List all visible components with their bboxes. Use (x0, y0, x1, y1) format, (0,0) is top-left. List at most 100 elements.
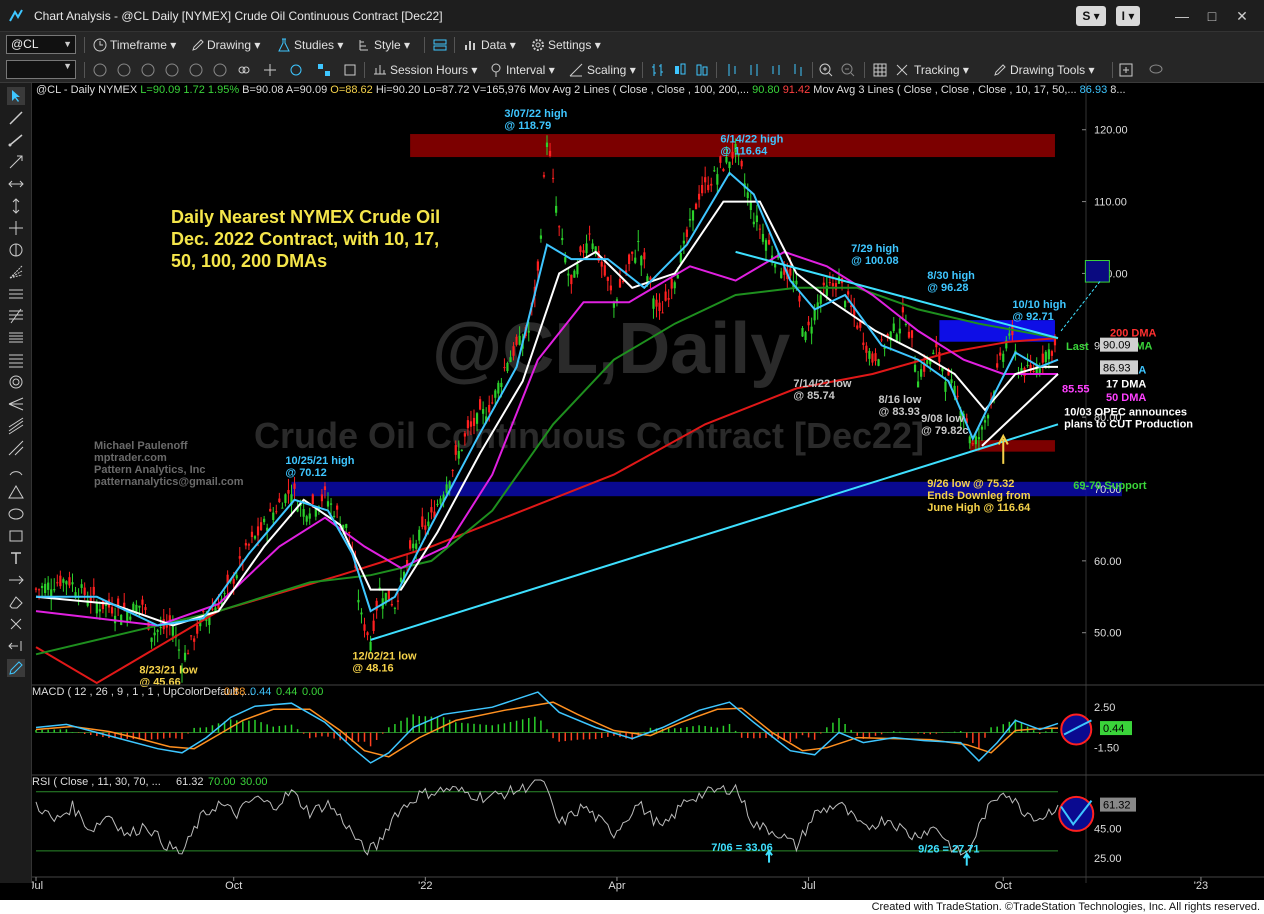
circle-icon[interactable] (140, 62, 156, 78)
speed-lines-icon[interactable] (7, 329, 25, 347)
fib-fan-icon[interactable] (7, 263, 25, 281)
circle-icon[interactable] (92, 62, 108, 78)
andrews-icon[interactable] (7, 439, 25, 457)
grid-icon[interactable] (872, 62, 888, 78)
y-tick-label: 120.00 (1094, 125, 1128, 137)
interval-menu[interactable]: Interval ▾ (506, 61, 555, 79)
session-hours-menu[interactable]: Session Hours ▾ (390, 61, 477, 79)
fib-icon[interactable] (7, 241, 25, 259)
zoom-in-icon[interactable] (818, 62, 834, 78)
candle-body (500, 382, 503, 388)
trendline-icon[interactable] (7, 131, 25, 149)
edit-icon[interactable] (7, 659, 25, 677)
text-tool-icon[interactable] (7, 549, 25, 567)
projection-box (1084, 260, 1110, 283)
candle-body (634, 257, 637, 263)
interval-input[interactable]: ▼ (6, 60, 76, 79)
studies-menu[interactable]: Studies ▾ (294, 36, 343, 54)
circle-icon[interactable] (188, 62, 204, 78)
lines-icon[interactable] (7, 351, 25, 369)
cycle-icon[interactable] (7, 373, 25, 391)
scaling-menu[interactable]: Scaling ▾ (587, 61, 636, 79)
grid-icon[interactable] (316, 62, 332, 78)
target-icon[interactable] (288, 62, 304, 78)
candle-body (1032, 371, 1035, 373)
bar-style-icon[interactable] (650, 62, 666, 78)
candle-body (673, 282, 676, 289)
rectangle-icon[interactable] (7, 527, 25, 545)
macd-label: MACD ( 12 , 26 , 9 , 1 , 1 , UpColorDefa… (32, 686, 253, 698)
candle-body (302, 509, 305, 517)
ohlc-icon[interactable] (790, 62, 806, 78)
maximize-button[interactable]: □ (1202, 6, 1222, 26)
price-label-icon[interactable] (7, 571, 25, 589)
add-icon[interactable] (1118, 62, 1134, 78)
clock-icon (93, 38, 107, 52)
s-button[interactable]: S ▾ (1076, 6, 1106, 26)
arc-icon[interactable] (7, 461, 25, 479)
circle-icon[interactable] (164, 62, 180, 78)
candle-body (843, 301, 847, 308)
vertical-line-icon[interactable] (7, 197, 25, 215)
zoom-box-icon[interactable] (342, 62, 358, 78)
erase-icon[interactable] (7, 593, 25, 611)
candle-body (907, 331, 911, 338)
crosshair-icon[interactable] (262, 62, 278, 78)
candle-body (856, 325, 859, 329)
pitchfork-icon[interactable] (7, 395, 25, 413)
candle-body (53, 589, 56, 591)
line-tool-icon[interactable] (7, 109, 25, 127)
close-button[interactable]: ✕ (1232, 6, 1252, 26)
candle-body (980, 426, 984, 430)
timeframe-menu[interactable]: Timeframe ▾ (110, 36, 176, 54)
candle-body (551, 177, 555, 179)
triangle-icon[interactable] (7, 483, 25, 501)
tracking-menu[interactable]: Tracking ▾ (914, 61, 969, 79)
candle-body (329, 503, 333, 505)
ohlc-icon[interactable] (768, 62, 784, 78)
candle-body (582, 250, 585, 253)
ohlc-icon[interactable] (724, 62, 740, 78)
candle-icon[interactable] (672, 62, 688, 78)
candle-body (360, 612, 363, 615)
zoom-out-icon[interactable] (840, 62, 856, 78)
chart-area[interactable]: @CL,Daily Crude Oil Continuous Contract [… (29, 83, 1264, 900)
gann-icon[interactable] (7, 307, 25, 325)
link-icon[interactable] (236, 62, 252, 78)
candle-body (774, 263, 777, 268)
pointer-icon[interactable] (7, 87, 25, 105)
candle-body (454, 445, 457, 455)
ellipse-icon[interactable] (7, 505, 25, 523)
candle-body (396, 600, 400, 602)
candle-body (393, 607, 397, 609)
ohlc-icon[interactable] (746, 62, 762, 78)
i-button[interactable]: I ▾ (1116, 6, 1140, 26)
candle-body (758, 228, 762, 230)
circle-icon[interactable] (116, 62, 132, 78)
candle-body (874, 353, 877, 362)
crosshair-icon[interactable] (7, 219, 25, 237)
drawing-tools-menu[interactable]: Drawing Tools ▾ (1010, 61, 1095, 79)
minimize-button[interactable]: — (1172, 6, 1192, 26)
candle-body (831, 283, 835, 287)
settings-menu[interactable]: Settings ▾ (548, 36, 601, 54)
drawing-menu[interactable]: Drawing ▾ (207, 36, 260, 54)
symbol-input[interactable]: @CL ▼ (6, 35, 76, 54)
style-menu[interactable]: Style ▾ (374, 36, 410, 54)
circle-icon[interactable] (212, 62, 228, 78)
regression-icon[interactable] (7, 417, 25, 435)
pin-icon (491, 63, 501, 77)
hollow-candle-icon[interactable] (694, 62, 710, 78)
delete-drawings-icon[interactable] (7, 615, 25, 633)
chat-icon[interactable] (1148, 62, 1164, 78)
horizontal-line-icon[interactable] (7, 175, 25, 193)
x-axis: Jul Oct '22 Apr Jul Oct '23 (29, 876, 1264, 892)
channel-icon[interactable] (7, 285, 25, 303)
data-menu[interactable]: Data ▾ (481, 36, 516, 54)
collapse-icon[interactable] (7, 637, 25, 655)
chart-svg[interactable]: @CL,Daily Crude Oil Continuous Contract [… (29, 83, 1264, 900)
candle-body (631, 251, 634, 254)
layout-icon[interactable] (432, 37, 448, 53)
ray-icon[interactable] (7, 153, 25, 171)
rsi-value-1: 61.32 (176, 776, 204, 788)
